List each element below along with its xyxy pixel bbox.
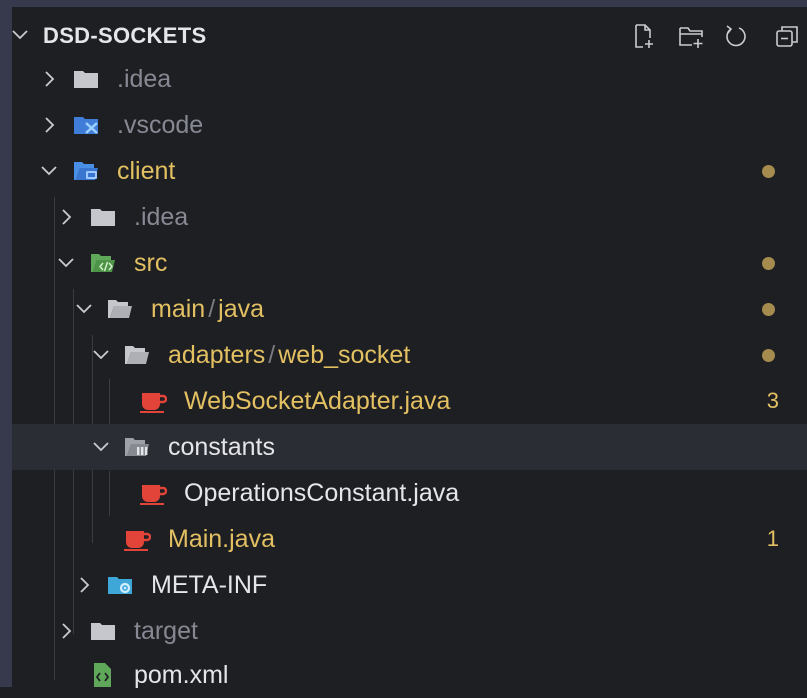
java-file-icon: [124, 531, 151, 551]
explorer-panel: DSD-SOCKETS .idea .vscode client .idea s…: [12, 7, 807, 689]
folder-icon: [91, 209, 115, 226]
folder-open-icon: [108, 300, 132, 318]
chevron-down-icon[interactable]: [11, 26, 29, 44]
tree-item-label: constants: [168, 433, 276, 461]
tree-item-label: pom.xml: [134, 661, 229, 689]
xml-file-icon: [94, 663, 111, 687]
tree-item-websocket-adapter[interactable]: WebSocketAdapter.java 3: [12, 378, 807, 424]
tree-item-main[interactable]: Main.java 1: [12, 516, 807, 562]
new-file-icon[interactable]: [629, 22, 659, 52]
explorer-section-header[interactable]: DSD-SOCKETS: [12, 16, 807, 54]
tree-item-src[interactable]: src: [12, 240, 807, 286]
tree-item-meta-inf[interactable]: META-INF: [12, 562, 807, 608]
chevron-right-icon: [80, 577, 90, 593]
tree-item-label: adapters / web_socket: [168, 341, 411, 369]
tree-item-label: target: [134, 617, 198, 645]
chevron-down-icon: [93, 350, 109, 360]
modified-dot: [762, 349, 775, 362]
java-file-icon: [140, 393, 167, 413]
tree-item-client[interactable]: client: [12, 148, 807, 194]
problem-count-badge: 3: [766, 388, 779, 413]
src-folder-icon: [91, 254, 115, 272]
tree-item-client-idea[interactable]: .idea: [12, 194, 807, 240]
tree-item-target[interactable]: target: [12, 608, 807, 654]
chevron-right-icon: [45, 117, 55, 133]
modified-dot: [762, 303, 775, 316]
tree-item-label: OperationsConstant.java: [184, 479, 460, 507]
new-folder-icon[interactable]: [677, 22, 707, 52]
tree-item-label: .idea: [134, 203, 189, 231]
client-folder-icon: [74, 162, 98, 180]
tree-item-main-java[interactable]: main / java: [12, 286, 807, 332]
chevron-right-icon: [45, 71, 55, 87]
chevron-down-icon: [76, 304, 92, 314]
tree-item-adapters-web-socket[interactable]: adapters / web_socket: [12, 332, 807, 378]
folder-icon: [74, 71, 98, 88]
chevron-right-icon: [62, 209, 72, 225]
modified-dot: [762, 165, 775, 178]
tree-item-label: client: [117, 157, 176, 185]
tree-item-operations-constant[interactable]: OperationsConstant.java: [12, 470, 807, 516]
tree-item-label: main / java: [151, 295, 265, 323]
window-frame-left: [0, 0, 12, 687]
collapse-all-icon[interactable]: [773, 22, 803, 52]
tree-item-label: src: [134, 249, 168, 277]
tree-item-label: META-INF: [151, 571, 268, 599]
tree-item-label: Main.java: [168, 525, 275, 553]
chevron-right-icon: [62, 623, 72, 639]
tree-item-label: .idea: [117, 65, 172, 93]
tree-item-label: .vscode: [117, 111, 204, 139]
chevron-down-icon: [58, 258, 74, 268]
modified-dot: [762, 257, 775, 270]
refresh-icon[interactable]: [722, 22, 752, 52]
tree-item-idea[interactable]: .idea: [12, 56, 807, 102]
tree-item-vscode[interactable]: .vscode: [12, 102, 807, 148]
chevron-down-icon: [41, 166, 57, 176]
tree-item-pom[interactable]: pom.xml: [12, 652, 807, 698]
config-folder-icon: [108, 577, 132, 594]
problem-count-badge: 1: [766, 526, 779, 551]
constants-folder-icon: [125, 438, 149, 456]
vscode-folder-icon: [74, 117, 98, 134]
folder-icon: [91, 623, 115, 640]
window-frame-top: [0, 0, 807, 7]
tree-item-label: WebSocketAdapter.java: [184, 387, 451, 415]
tree-item-constants[interactable]: constants: [12, 424, 807, 470]
chevron-down-icon: [93, 442, 109, 452]
folder-open-icon: [125, 346, 149, 364]
workspace-title: DSD-SOCKETS: [43, 23, 207, 48]
java-file-icon: [140, 485, 167, 505]
